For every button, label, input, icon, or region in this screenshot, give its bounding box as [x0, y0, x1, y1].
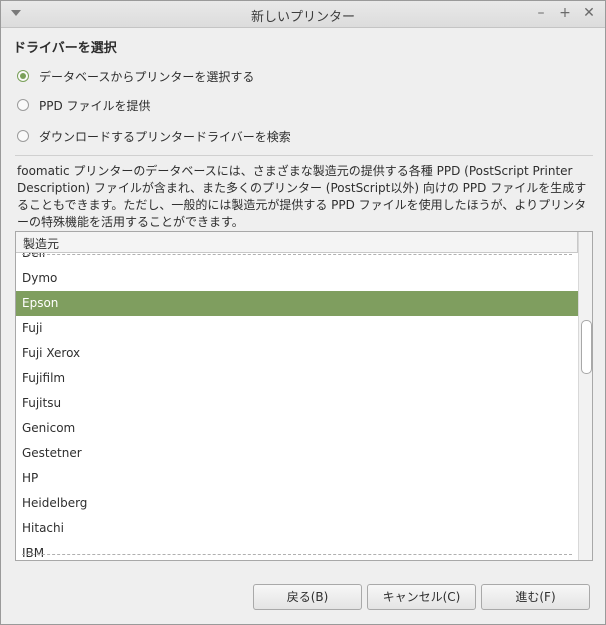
- radio-button[interactable]: [17, 130, 29, 142]
- forward-button[interactable]: 進む(F): [481, 584, 590, 610]
- separator: [15, 155, 593, 156]
- list-item[interactable]: Dymo: [16, 266, 578, 291]
- radio-option-download-driver[interactable]: ダウンロードするプリンタードライバーを検索: [17, 126, 291, 146]
- list-scrollbar[interactable]: [578, 232, 592, 560]
- maximize-button[interactable]: +: [557, 5, 573, 21]
- column-header-manufacturer[interactable]: 製造元: [16, 232, 578, 253]
- description-text: foomatic プリンターのデータベースには、さまざまな製造元の提供する各種 …: [17, 164, 587, 229]
- list-item[interactable]: Fujifilm: [16, 366, 578, 391]
- radio-label: ダウンロードするプリンタードライバーを検索: [39, 129, 291, 144]
- scroll-indicator-bottom: [22, 554, 572, 555]
- cancel-button[interactable]: キャンセル(C): [367, 584, 476, 610]
- radio-label: データベースからプリンターを選択する: [39, 69, 255, 84]
- list-item[interactable]: Fuji Xerox: [16, 341, 578, 366]
- list-item[interactable]: IBM: [16, 541, 578, 560]
- scrollbar-thumb[interactable]: [581, 320, 592, 374]
- list-item[interactable]: Genicom: [16, 416, 578, 441]
- list-item[interactable]: Fuji: [16, 316, 578, 341]
- new-printer-window: 新しいプリンター – + ✕ ドライバーを選択 データベースからプリンターを選択…: [0, 0, 606, 625]
- radio-label: PPD ファイルを提供: [39, 98, 151, 113]
- window-title: 新しいプリンター: [250, 10, 355, 25]
- radio-option-ppd-file[interactable]: PPD ファイルを提供: [17, 95, 151, 115]
- radio-option-database[interactable]: データベースからプリンターを選択する: [17, 66, 254, 86]
- back-button[interactable]: 戻る(B): [253, 584, 362, 610]
- minimize-button[interactable]: –: [533, 5, 549, 21]
- manufacturer-list[interactable]: 製造元 Dell Dymo Epson Fuji Fuji Xerox Fuji…: [15, 231, 593, 561]
- list-item[interactable]: Gestetner: [16, 441, 578, 466]
- manufacturer-rows: Dell Dymo Epson Fuji Fuji Xerox Fujifilm…: [16, 253, 578, 560]
- list-item[interactable]: Heidelberg: [16, 491, 578, 516]
- scroll-indicator-top: [22, 254, 572, 255]
- list-item[interactable]: HP: [16, 466, 578, 491]
- list-item[interactable]: Hitachi: [16, 516, 578, 541]
- page-heading: ドライバーを選択: [13, 41, 117, 56]
- list-item[interactable]: Fujitsu: [16, 391, 578, 416]
- radio-button[interactable]: [17, 99, 29, 111]
- list-item-selected[interactable]: Epson: [16, 291, 578, 316]
- column-header-label: 製造元: [23, 237, 60, 251]
- radio-button-checked[interactable]: [17, 70, 29, 82]
- close-button[interactable]: ✕: [581, 5, 597, 21]
- title-bar[interactable]: 新しいプリンター – + ✕: [1, 1, 605, 28]
